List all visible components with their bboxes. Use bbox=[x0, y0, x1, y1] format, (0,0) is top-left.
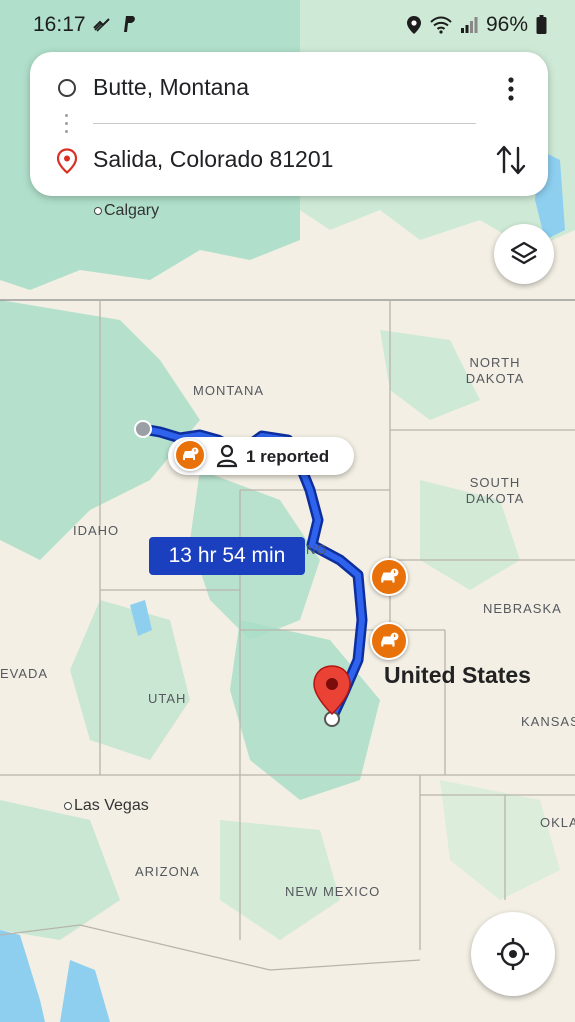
wifi-icon bbox=[430, 16, 452, 34]
divider bbox=[93, 123, 476, 124]
label-nebraska: NEBRASKA bbox=[483, 601, 562, 616]
traffic-incident-icon[interactable] bbox=[174, 439, 206, 471]
label-south-dakota-text: SOUTH DAKOTA bbox=[465, 475, 525, 506]
destination-field[interactable]: Salida, Colorado 81201 bbox=[93, 146, 333, 173]
battery-icon bbox=[536, 15, 547, 34]
origin-row[interactable]: Butte, Montana bbox=[30, 58, 548, 118]
city-dot-las-vegas bbox=[64, 801, 72, 810]
city-las-vegas: Las Vegas bbox=[64, 797, 149, 815]
missed-call-icon bbox=[93, 18, 110, 32]
crosshair-icon bbox=[497, 938, 529, 970]
label-wyoming-fragment: NG bbox=[306, 542, 328, 557]
label-oklahoma: OKLA bbox=[540, 815, 575, 830]
battery-percent: 96% bbox=[485, 13, 528, 36]
location-icon bbox=[406, 16, 421, 34]
label-montana: MONTANA bbox=[193, 383, 265, 398]
status-bar: 16:17 96% bbox=[0, 0, 575, 50]
city-dot-calgary bbox=[94, 206, 102, 215]
layers-button[interactable] bbox=[494, 224, 554, 284]
swap-icon[interactable] bbox=[494, 142, 528, 178]
route-start-dot bbox=[134, 420, 152, 438]
more-options-icon[interactable] bbox=[496, 74, 526, 104]
report-chip-label: 1 reported bbox=[246, 447, 330, 466]
report-chip[interactable]: 1 reported bbox=[168, 437, 354, 475]
route-duration-label[interactable]: 13 hr 54 min bbox=[149, 537, 305, 575]
traffic-incident-icon[interactable] bbox=[370, 622, 408, 660]
label-idaho: IDAHO bbox=[73, 523, 120, 538]
label-north-dakota-text: NORTH DAKOTA bbox=[465, 355, 525, 386]
label-new-mexico: NEW MEXICO bbox=[285, 884, 381, 899]
layers-icon bbox=[510, 241, 538, 265]
destination-marker-icon bbox=[56, 148, 78, 174]
traffic-incident-icon[interactable] bbox=[370, 558, 408, 596]
label-north-dakota: NORTH DAKOTA bbox=[462, 355, 528, 387]
destination-pin-icon[interactable] bbox=[312, 664, 352, 720]
destination-row[interactable]: Salida, Colorado 81201 bbox=[30, 130, 548, 190]
person-icon bbox=[216, 444, 238, 468]
label-arizona: ARIZONA bbox=[135, 864, 200, 879]
my-location-button[interactable] bbox=[471, 912, 555, 996]
origin-circle-icon bbox=[58, 79, 76, 97]
directions-card: Butte, Montana Salida, Colorado 81201 bbox=[30, 52, 548, 196]
label-country: United States bbox=[384, 662, 531, 688]
label-utah: UTAH bbox=[148, 691, 187, 706]
label-kansas: KANSAS bbox=[521, 714, 575, 729]
origin-field[interactable]: Butte, Montana bbox=[93, 74, 249, 101]
city-las-vegas-text: Las Vegas bbox=[74, 797, 149, 814]
city-calgary: Calgary bbox=[94, 202, 159, 220]
status-time: 16:17 bbox=[33, 13, 86, 36]
label-south-dakota: SOUTH DAKOTA bbox=[462, 475, 528, 507]
status-left-icons bbox=[92, 14, 138, 34]
status-right-icons: 96% bbox=[406, 13, 547, 37]
city-calgary-text: Calgary bbox=[104, 202, 160, 219]
label-nevada: EVADA bbox=[0, 666, 49, 681]
signal-icon bbox=[460, 17, 478, 33]
paypal-icon bbox=[124, 16, 135, 32]
